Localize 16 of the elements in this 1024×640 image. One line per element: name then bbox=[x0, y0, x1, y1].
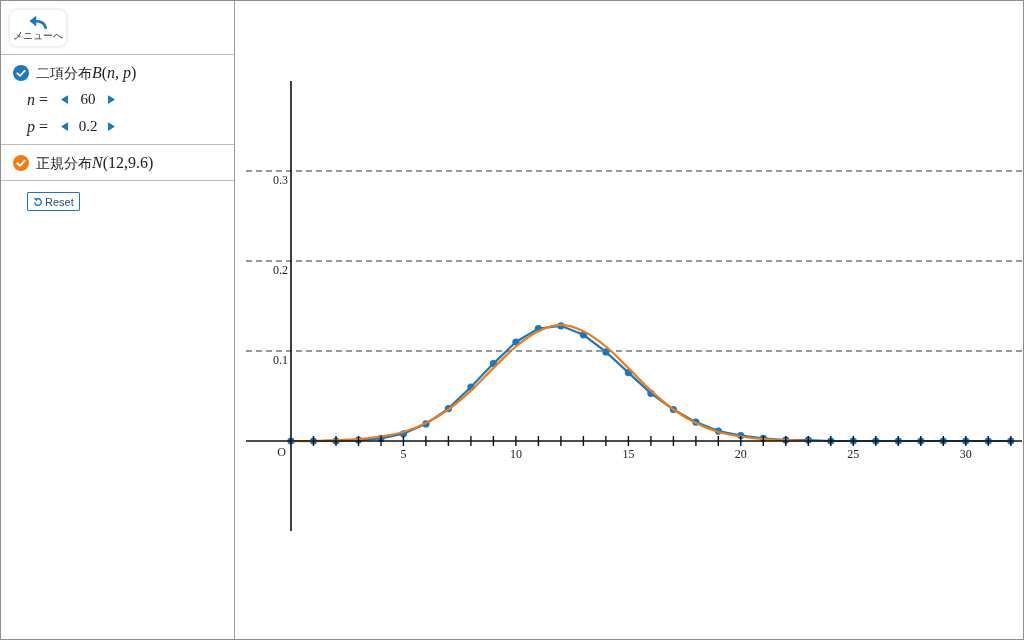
tick-label: 30 bbox=[959, 447, 972, 461]
parameter-value: 60 bbox=[79, 91, 97, 108]
tick-label: 0.2 bbox=[273, 263, 288, 277]
tick-label: 15 bbox=[622, 447, 635, 461]
parameter-label: n = bbox=[27, 90, 50, 109]
distribution-label: 二項分布B(n, p) bbox=[36, 63, 137, 83]
tick-label: 10 bbox=[509, 447, 522, 461]
distribution-label: 正規分布N(12,9.6) bbox=[36, 153, 154, 173]
tick-label: 0.1 bbox=[273, 353, 288, 367]
origin-label: O bbox=[277, 445, 286, 459]
parameter-value: 0.2 bbox=[77, 118, 99, 135]
tick-label: 5 bbox=[400, 447, 407, 461]
tick-label: 0.3 bbox=[273, 173, 288, 187]
tick-label: 20 bbox=[734, 447, 747, 461]
parameter-label: p = bbox=[27, 117, 50, 136]
tick-label: 25 bbox=[847, 447, 860, 461]
